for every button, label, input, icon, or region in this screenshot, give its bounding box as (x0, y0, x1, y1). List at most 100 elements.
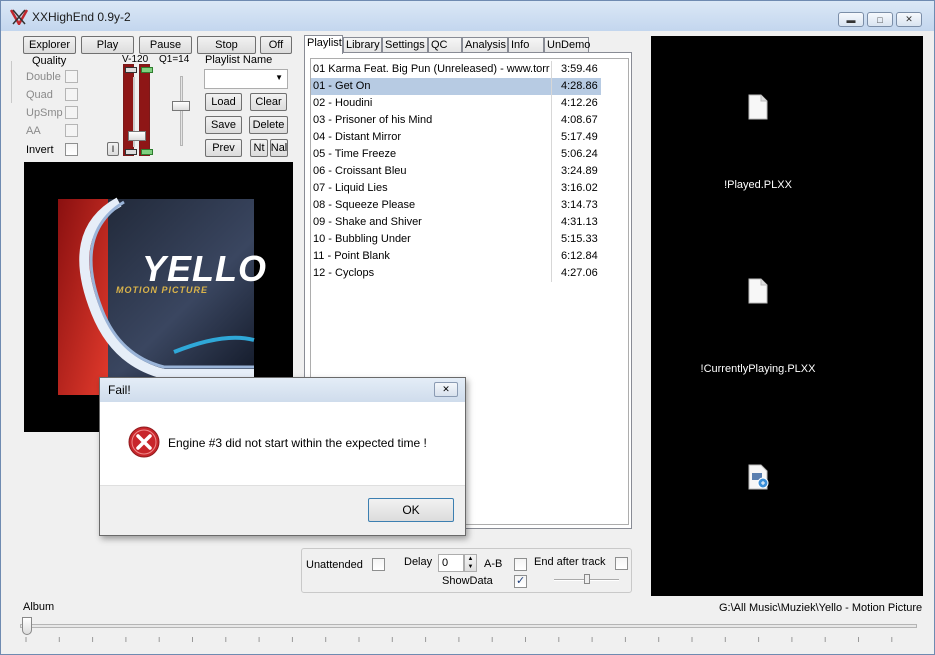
track-row[interactable]: 11 - Point Blank 6:12.84 (311, 248, 601, 265)
played-file-label[interactable]: !Played.PLXX (691, 179, 825, 191)
track-row[interactable]: 06 - Croissant Bleu 3:24.89 (311, 163, 601, 180)
maximize-button[interactable]: □ (867, 12, 893, 27)
track-duration: 3:14.73 (551, 197, 601, 214)
quality-group-edge (11, 61, 14, 103)
track-row[interactable]: 04 - Distant Mirror 5:17.49 (311, 129, 601, 146)
title-bar: XXHighEnd 0.9y-2 ▬ □ ✕ (1, 1, 934, 31)
document-icon[interactable] (748, 278, 768, 304)
track-row[interactable]: 01 Karma Feat. Big Pun (Unreleased) - ww… (311, 61, 601, 78)
invert-label: Invert (26, 144, 54, 156)
window-title: XXHighEnd 0.9y-2 (32, 10, 131, 24)
track-row[interactable]: 01 - Get On 4:28.86 (311, 78, 601, 95)
double-label: Double (26, 71, 61, 83)
dialog-footer: OK (100, 485, 465, 535)
track-row[interactable]: 08 - Squeeze Please 3:14.73 (311, 197, 601, 214)
track-title: 01 Karma Feat. Big Pun (Unreleased) - ww… (313, 63, 550, 75)
upsmp-checkbox[interactable] (65, 106, 78, 119)
track-row[interactable]: 10 - Bubbling Under 5:15.33 (311, 231, 601, 248)
track-title: 08 - Squeeze Please (313, 199, 416, 211)
explorer-button[interactable]: Explorer (23, 36, 76, 54)
nt-button[interactable]: Nt (250, 139, 268, 157)
tab-library[interactable]: Library (343, 37, 382, 53)
tab-analysis[interactable]: Analysis (462, 37, 508, 53)
delay-input[interactable]: 0 (438, 554, 464, 572)
load-button[interactable]: Load (205, 93, 242, 111)
album-label: Album (23, 601, 55, 613)
mini-slider-thumb[interactable] (584, 574, 590, 584)
position-slider-thumb[interactable] (22, 617, 32, 635)
dialog-title-bar: Fail! ✕ (100, 378, 465, 402)
app-logo-icon (10, 9, 28, 25)
clear-button[interactable]: Clear (250, 93, 287, 111)
track-duration: 6:12.84 (551, 248, 601, 265)
close-window-button[interactable]: ✕ (896, 12, 922, 27)
tab-info[interactable]: Info (508, 37, 544, 53)
minimize-icon: ▬ (846, 14, 856, 25)
track-row[interactable]: 12 - Cyclops 4:27.06 (311, 265, 601, 282)
off-button[interactable]: Off (260, 36, 292, 54)
track-title: 11 - Point Blank (313, 250, 390, 262)
media-file-icon[interactable] (748, 464, 770, 490)
document-icon[interactable] (748, 94, 768, 120)
track-row[interactable]: 02 - Houdini 4:12.26 (311, 95, 601, 112)
pause-button[interactable]: Pause (139, 36, 192, 54)
showdata-label: ShowData (442, 575, 493, 587)
dialog-title: Fail! (108, 383, 131, 397)
aa-checkbox[interactable] (65, 124, 78, 137)
quality-title: Quality (32, 55, 67, 67)
vu-top-led-right (141, 67, 153, 73)
track-row[interactable]: 03 - Prisoner of his Mind 4:08.67 (311, 112, 601, 129)
currently-playing-file-label[interactable]: !CurrentlyPlaying.PLXX (681, 363, 835, 375)
delay-spinner[interactable]: ▲ ▼ (464, 554, 477, 572)
stop-button[interactable]: Stop (197, 36, 256, 54)
quad-checkbox[interactable] (65, 88, 78, 101)
track-title: 02 - Houdini (313, 97, 373, 109)
end-after-track-label: End after track (534, 556, 606, 568)
tab-undemo[interactable]: UnDemo (544, 37, 590, 53)
nal-button[interactable]: Nal (270, 139, 288, 157)
track-title: 12 - Cyclops (313, 267, 375, 279)
unattended-label: Unattended (306, 559, 363, 571)
i-button[interactable]: I (107, 142, 119, 156)
end-after-track-checkbox[interactable] (615, 557, 628, 570)
quad-label: Quad (26, 89, 53, 101)
play-button[interactable]: Play (81, 36, 134, 54)
track-duration: 4:31.13 (551, 214, 601, 231)
track-duration: 4:08.67 (551, 112, 601, 129)
track-title: 04 - Distant Mirror (313, 131, 402, 143)
upsmp-label: UpSmp (26, 107, 63, 119)
tab-settings[interactable]: Settings (382, 37, 428, 53)
track-row[interactable]: 05 - Time Freeze 5:06.24 (311, 146, 601, 163)
track-row[interactable]: 09 - Shake and Shiver 4:31.13 (311, 214, 601, 231)
q1-slider-track (180, 76, 183, 146)
main-window: XXHighEnd 0.9y-2 ▬ □ ✕ Explorer Play Pau… (0, 0, 935, 655)
track-duration: 3:59.46 (551, 61, 601, 78)
error-dialog: Fail! ✕ Engine #3 did not start within t… (99, 377, 466, 536)
close-icon: ✕ (905, 14, 913, 24)
minimize-button[interactable]: ▬ (838, 12, 864, 27)
playlist-name-label: Playlist Name (205, 54, 273, 66)
ab-checkbox[interactable] (514, 558, 527, 571)
prev-button[interactable]: Prev (205, 139, 242, 157)
playlist-name-select[interactable]: ▼ (204, 69, 288, 89)
position-slider-track[interactable] (20, 624, 917, 628)
delay-label: Delay (404, 556, 433, 568)
album-subtitle-text: MOTION PICTURE (116, 285, 208, 295)
unattended-checkbox[interactable] (372, 558, 385, 571)
q1-slider-thumb[interactable] (172, 101, 190, 111)
double-checkbox[interactable] (65, 70, 78, 83)
file-viewer: !Played.PLXX !CurrentlyPlaying.PLXX (651, 36, 923, 596)
delete-button[interactable]: Delete (249, 116, 288, 134)
save-button[interactable]: Save (205, 116, 242, 134)
ok-button[interactable]: OK (368, 498, 454, 522)
volume-slider-thumb[interactable] (128, 131, 146, 141)
tab-playlist[interactable]: Playlist (304, 35, 343, 54)
position-slider-ticks (25, 637, 893, 642)
showdata-checkbox[interactable] (514, 574, 527, 588)
tab-qc[interactable]: QC (428, 37, 462, 53)
track-title: 07 - Liquid Lies (313, 182, 388, 194)
invert-checkbox[interactable] (65, 143, 78, 156)
dialog-close-button[interactable]: ✕ (434, 382, 458, 397)
maximize-icon: □ (877, 14, 883, 25)
track-row[interactable]: 07 - Liquid Lies 3:16.02 (311, 180, 601, 197)
